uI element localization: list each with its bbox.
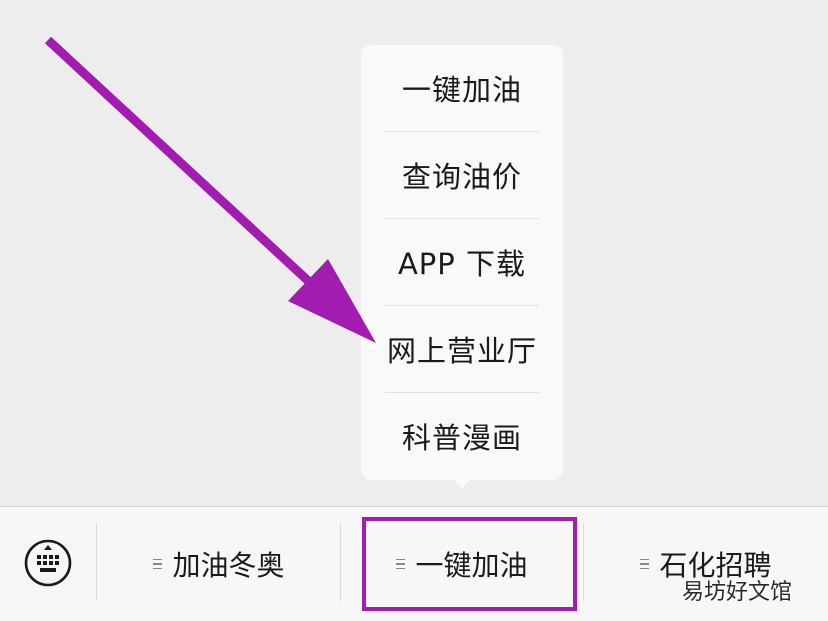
tab-winter-olympics[interactable]: 加油冬奥 [98, 519, 340, 609]
menu-item-app-download[interactable]: APP 下载 [385, 219, 539, 306]
menu-item-online-hall[interactable]: 网上营业厅 [385, 306, 539, 393]
tab-divider [96, 523, 97, 601]
popup-caret [453, 479, 471, 489]
submenu-popup: 一键加油 查询油价 APP 下载 网上营业厅 科普漫画 [361, 45, 563, 480]
menu-item-query-oil-price[interactable]: 查询油价 [385, 132, 539, 219]
watermark-text: 易坊好文馆 [682, 580, 793, 605]
menu-item-one-key-refuel[interactable]: 一键加油 [385, 45, 539, 132]
tab-label: 加油冬奥 [172, 549, 285, 582]
annotation-highlight-box [362, 517, 577, 611]
menu-lines-icon [153, 558, 163, 570]
chat-screen: 一键加油 查询油价 APP 下载 网上营业厅 科普漫画 加油冬奥 一键加油 石化… [0, 0, 828, 621]
keyboard-icon[interactable] [24, 539, 72, 587]
menu-item-science-comics[interactable]: 科普漫画 [385, 393, 539, 479]
menu-lines-icon [640, 558, 650, 570]
